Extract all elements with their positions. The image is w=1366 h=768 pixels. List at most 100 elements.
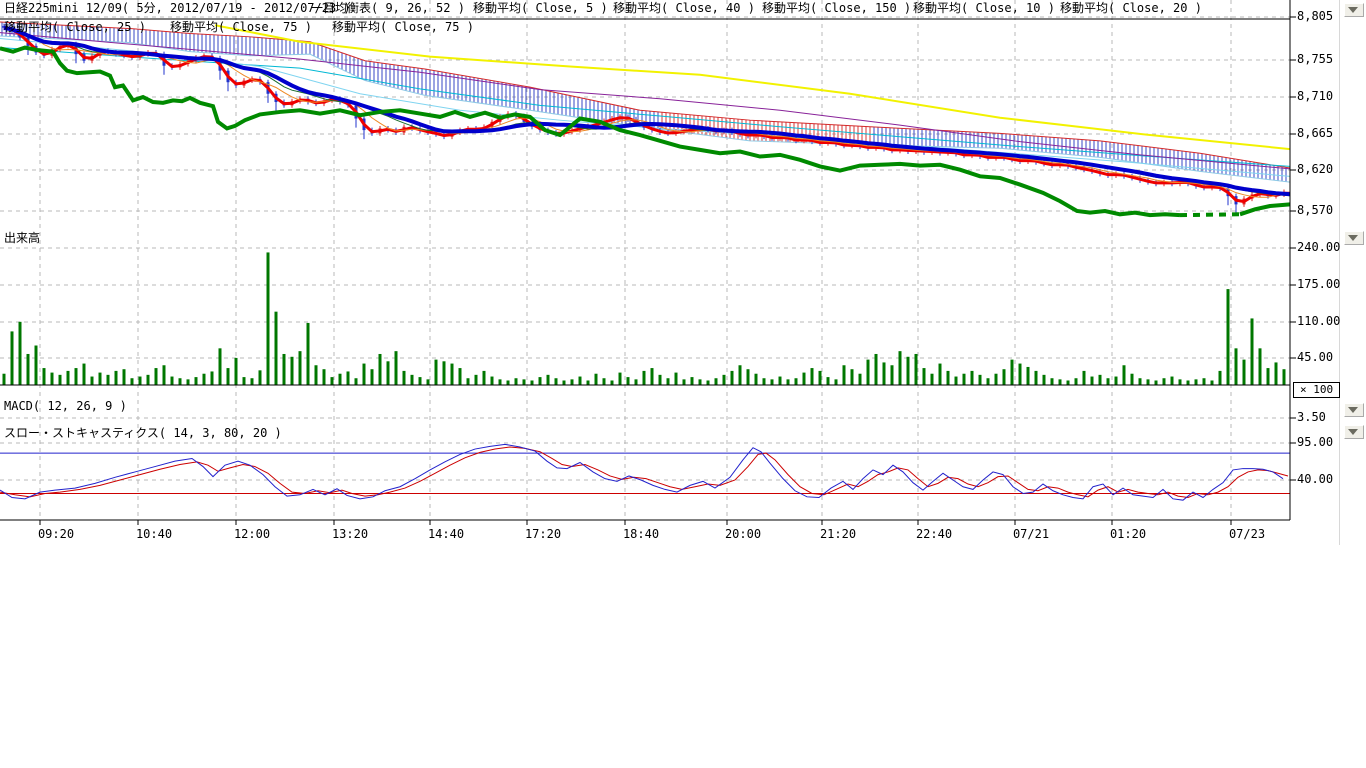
volume-bar — [139, 377, 142, 385]
volume-bar — [1155, 380, 1158, 385]
time-axis-label: 18:40 — [623, 527, 659, 541]
volume-bar — [307, 323, 310, 385]
volume-bar — [723, 375, 726, 385]
chevron-down-icon — [1348, 429, 1358, 435]
volume-bar — [539, 377, 542, 385]
volume-bar — [179, 378, 182, 385]
chart-application-window: 日経225mini 12/09( 5分, 2012/07/19 - 2012/0… — [0, 0, 1366, 768]
chart-canvas[interactable] — [0, 0, 1366, 560]
time-axis-label: 07/23 — [1229, 527, 1265, 541]
volume-bar — [163, 365, 166, 385]
volume-bar — [1275, 362, 1278, 385]
panel-collapse-button[interactable] — [1344, 403, 1364, 417]
stoch-d-line — [0, 447, 1288, 497]
volume-bar — [499, 379, 502, 385]
volume-bar — [531, 380, 534, 385]
panel-collapse-button[interactable] — [1344, 425, 1364, 439]
volume-bar — [1195, 379, 1198, 385]
volume-bar — [659, 375, 662, 385]
volume-bar — [675, 373, 678, 385]
volume-axis-label: 45.00 — [1297, 350, 1333, 364]
price-axis-label: 8,805 — [1297, 9, 1333, 23]
volume-bar — [771, 379, 774, 385]
volume-bar — [1171, 377, 1174, 385]
time-axis-label: 09:20 — [38, 527, 74, 541]
volume-bar — [875, 354, 878, 385]
volume-bar — [1075, 378, 1078, 385]
volume-bar — [611, 380, 614, 385]
volume-bar — [195, 377, 198, 385]
volume-bar — [787, 379, 790, 385]
ichimoku-chikou-line — [0, 48, 1180, 216]
volume-bar — [1219, 371, 1222, 385]
volume-bar — [971, 371, 974, 385]
header-indicator-label: 移動平均( Close, 10 ) — [913, 0, 1055, 17]
ichimoku-chikou-line-tail — [1240, 204, 1290, 214]
time-axis-label: 12:00 — [234, 527, 270, 541]
panel-collapse-button[interactable] — [1344, 231, 1364, 245]
volume-bar — [435, 360, 438, 385]
volume-bar — [603, 378, 606, 385]
volume-bar — [1003, 369, 1006, 385]
volume-bar — [347, 371, 350, 385]
volume-bar — [963, 374, 966, 385]
volume-bar — [891, 365, 894, 385]
volume-bar — [491, 377, 494, 385]
header-indicator-label: 日経225mini 12/09( 5分, 2012/07/19 - 2012/0… — [4, 0, 351, 17]
volume-axis-label: 110.00 — [1297, 314, 1340, 328]
volume-bar — [995, 374, 998, 385]
volume-bar — [379, 354, 382, 385]
volume-panel-label: 出来高 — [4, 229, 40, 246]
volume-bar — [171, 377, 174, 385]
time-axis-label: 20:00 — [725, 527, 761, 541]
volume-bar — [1011, 360, 1014, 385]
volume-bar — [267, 252, 270, 385]
header-indicator-label: 移動平均( Close, 40 ) — [613, 0, 755, 17]
volume-bar — [1235, 348, 1238, 385]
stochastics-panel-label: スロー・ストキャスティクス( 14, 3, 80, 20 ) — [4, 424, 282, 441]
volume-bar — [707, 380, 710, 385]
volume-bar — [467, 378, 470, 385]
volume-bar — [43, 368, 46, 385]
volume-bar — [699, 379, 702, 385]
volume-bar — [451, 364, 454, 385]
volume-bar — [555, 378, 558, 385]
volume-bar — [363, 364, 366, 385]
volume-bar — [1083, 371, 1086, 385]
volume-bar — [67, 371, 70, 385]
volume-bar — [731, 371, 734, 385]
volume-bar — [851, 369, 854, 385]
volume-bar — [291, 357, 294, 385]
volume-bar — [1035, 371, 1038, 385]
volume-bar — [563, 380, 566, 385]
volume-bar — [123, 369, 126, 385]
volume-bar — [1147, 379, 1150, 385]
volume-bar — [947, 371, 950, 385]
volume-bar — [1043, 375, 1046, 385]
volume-bar — [1259, 348, 1262, 385]
time-axis-label: 22:40 — [916, 527, 952, 541]
header-indicator-label: 移動平均( Close, 75 ) — [332, 20, 474, 35]
ma-line-移動平均(Close,20) — [4, 28, 1292, 196]
volume-bar — [1211, 380, 1214, 385]
volume-bar — [1051, 378, 1054, 385]
volume-bar — [91, 377, 94, 385]
volume-bar — [483, 371, 486, 385]
volume-bar — [571, 379, 574, 385]
volume-bar — [35, 346, 38, 385]
right-panel-separator — [1339, 0, 1340, 545]
volume-bar — [387, 361, 390, 385]
time-axis-label: 14:40 — [428, 527, 464, 541]
volume-bar — [1027, 367, 1030, 385]
volume-bar — [715, 378, 718, 385]
price-axis-label: 8,665 — [1297, 126, 1333, 140]
volume-bar — [979, 375, 982, 385]
volume-bar — [867, 360, 870, 385]
volume-bar — [915, 354, 918, 385]
volume-bar — [235, 358, 238, 385]
volume-bar — [635, 379, 638, 385]
volume-bar — [803, 373, 806, 385]
panel-collapse-button[interactable] — [1344, 3, 1364, 17]
plot-area[interactable] — [0, 0, 1294, 520]
volume-bar — [27, 354, 30, 385]
